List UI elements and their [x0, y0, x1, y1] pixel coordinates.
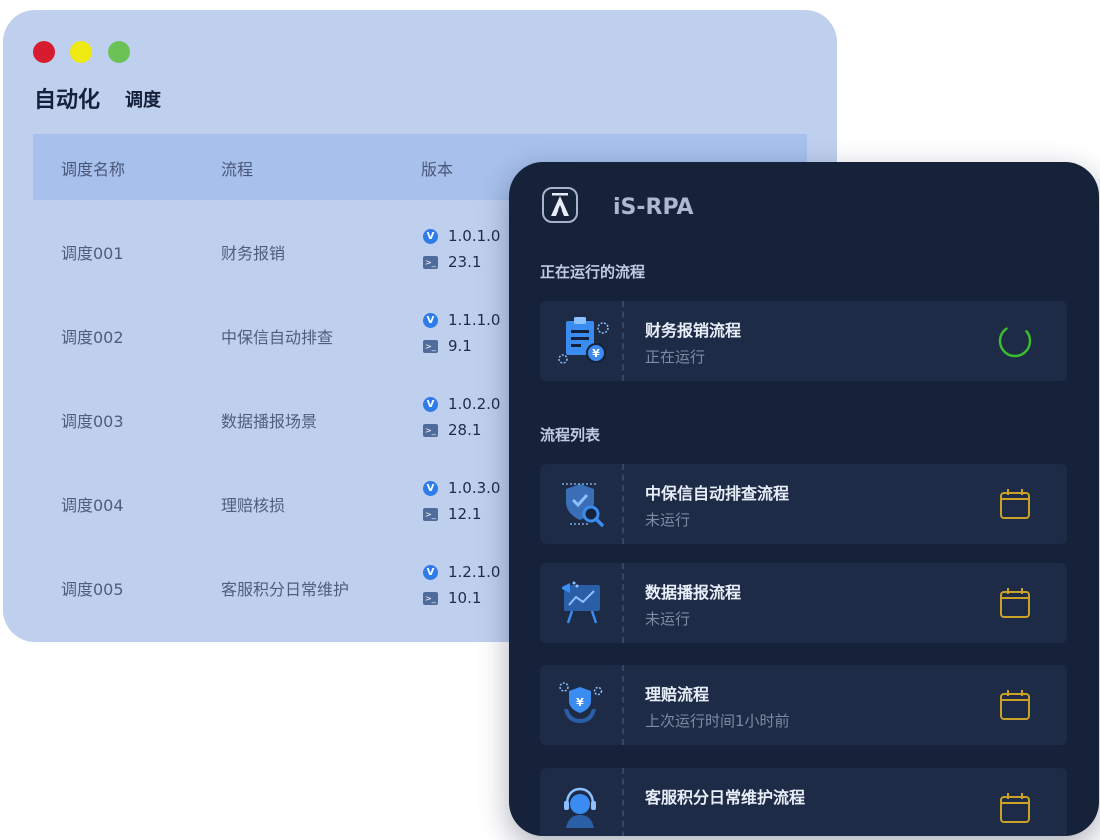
version-icon: V	[423, 228, 438, 244]
row-version: V 1.1.1.0	[423, 310, 500, 330]
process-card[interactable]: ¥ 理赔流程 上次运行时间1小时前	[540, 665, 1067, 745]
terminal-icon: >_	[423, 507, 438, 521]
window-minimize-button[interactable]	[70, 41, 92, 63]
data-broadcast-icon	[562, 581, 600, 624]
running-process-card[interactable]: ¥ 财务报销流程 正在运行	[540, 301, 1067, 381]
rpa-panel: iS-RPA 正在运行的流程 ¥ 财务报销流程 正在运行 流程列表 中保信自动排…	[509, 162, 1099, 836]
window-title: 自动化	[34, 88, 101, 113]
card-divider	[622, 464, 624, 544]
calendar-icon[interactable]	[997, 486, 1033, 522]
row-version: V 1.0.2.0	[423, 394, 500, 414]
row-version: V 1.0.3.0	[423, 478, 500, 498]
row-name: 调度003	[61, 412, 124, 431]
process-title: 财务报销流程	[645, 321, 742, 340]
row-flow: 客服积分日常维护	[221, 580, 350, 599]
version-icon: V	[423, 564, 438, 580]
row-name: 调度005	[61, 580, 124, 599]
running-section-title: 正在运行的流程	[540, 263, 646, 281]
terminal-icon: >_	[423, 339, 438, 353]
version-icon: V	[423, 312, 438, 328]
version-icon: V	[423, 396, 438, 412]
list-section-title: 流程列表	[540, 426, 601, 444]
svg-text:¥: ¥	[576, 696, 584, 709]
customer-service-icon	[564, 787, 596, 828]
row-version: V 1.2.1.0	[423, 562, 500, 582]
terminal-icon: >_	[423, 255, 438, 269]
column-header-name: 调度名称	[61, 160, 126, 179]
process-card[interactable]: 数据播报流程 未运行	[540, 563, 1067, 643]
process-status: 上次运行时间1小时前	[645, 712, 790, 730]
process-title: 数据播报流程	[645, 583, 742, 602]
process-status: 正在运行	[645, 348, 706, 366]
window-close-button[interactable]	[33, 41, 55, 63]
calendar-icon[interactable]	[997, 687, 1033, 723]
column-header-version: 版本	[421, 160, 454, 179]
row-flow: 财务报销	[221, 244, 286, 263]
column-header-flow: 流程	[221, 160, 254, 179]
card-divider	[622, 665, 624, 745]
window-maximize-button[interactable]	[108, 41, 130, 63]
process-card[interactable]: 客服积分日常维护流程	[540, 768, 1067, 836]
row-build: >_ 9.1	[423, 337, 472, 355]
row-flow: 数据播报场景	[221, 412, 318, 431]
finance-document-icon: ¥	[558, 317, 609, 364]
version-icon: V	[423, 480, 438, 496]
brand-name: iS-RPA	[613, 195, 694, 220]
row-name: 调度002	[61, 328, 124, 347]
process-status: 未运行	[645, 511, 691, 529]
terminal-icon: >_	[423, 591, 438, 605]
row-flow: 理赔核损	[221, 496, 286, 515]
row-build: >_ 12.1	[423, 505, 482, 523]
card-divider	[622, 301, 624, 381]
terminal-icon: >_	[423, 423, 438, 437]
process-status: 未运行	[645, 610, 691, 628]
process-title: 中保信自动排查流程	[645, 484, 790, 503]
process-title: 客服积分日常维护流程	[645, 788, 806, 807]
card-divider	[622, 768, 624, 836]
calendar-icon[interactable]	[997, 790, 1033, 826]
row-build: >_ 23.1	[423, 253, 482, 271]
loading-spinner-icon	[998, 324, 1032, 358]
row-flow: 中保信自动排查	[221, 328, 334, 347]
svg-text:¥: ¥	[592, 347, 600, 360]
process-card[interactable]: 中保信自动排查流程 未运行	[540, 464, 1067, 544]
row-name: 调度004	[61, 496, 124, 515]
rpa-logo-icon	[542, 187, 578, 223]
row-version: V 1.0.1.0	[423, 226, 500, 246]
row-build: >_ 10.1	[423, 589, 482, 607]
row-name: 调度001	[61, 244, 124, 263]
row-build: >_ 28.1	[423, 421, 482, 439]
claims-hands-icon: ¥	[559, 682, 603, 723]
shield-search-icon	[562, 483, 604, 527]
calendar-icon[interactable]	[997, 585, 1033, 621]
card-divider	[622, 563, 624, 643]
process-title: 理赔流程	[645, 685, 710, 704]
window-subtitle: 调度	[125, 90, 161, 111]
